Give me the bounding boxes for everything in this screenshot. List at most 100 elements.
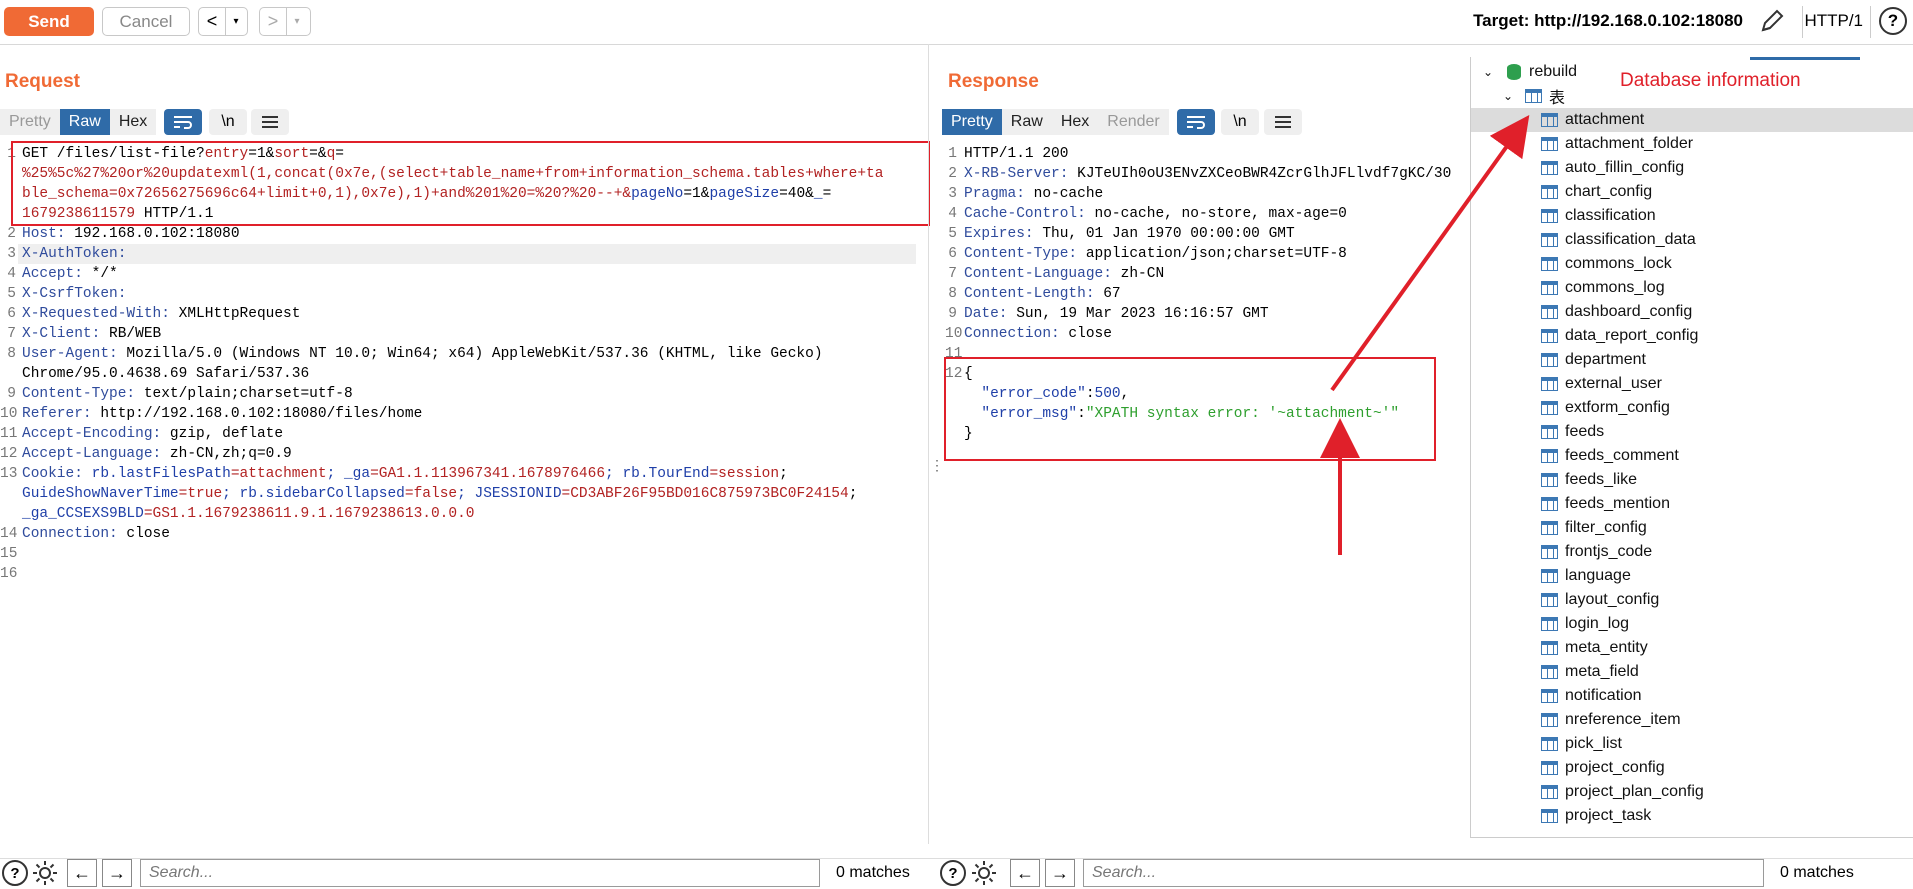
response-search-input[interactable]: Search... xyxy=(1083,859,1764,887)
database-tree-panel: ⌄ rebuild ⌄ 表 attachment attachment_folde… xyxy=(1470,57,1913,838)
line-number: 6 xyxy=(948,246,957,262)
show-newlines-button[interactable]: \n xyxy=(209,109,247,135)
header-name: X-CsrfToken: xyxy=(22,286,127,302)
tree-table-item[interactable]: chart_config xyxy=(1471,180,1913,204)
splitter-handle-icon[interactable]: ⋮ xyxy=(930,458,944,472)
tree-table-item[interactable]: project_config xyxy=(1471,756,1913,780)
edit-target-icon[interactable] xyxy=(1759,8,1785,34)
table-icon xyxy=(1541,617,1558,631)
tree-table-item[interactable]: meta_entity xyxy=(1471,636,1913,660)
tree-table-item[interactable]: language xyxy=(1471,564,1913,588)
tree-table-item[interactable]: layout_config xyxy=(1471,588,1913,612)
tree-table-item[interactable]: login_log xyxy=(1471,612,1913,636)
tree-table-item[interactable]: data_report_config xyxy=(1471,324,1913,348)
tree-table-item[interactable]: dashboard_config xyxy=(1471,300,1913,324)
cancel-button[interactable]: Cancel xyxy=(102,7,190,36)
tree-table-item[interactable]: nreference_item xyxy=(1471,708,1913,732)
header-value: */* xyxy=(82,266,118,282)
tree-table-item[interactable]: auto_fillin_config xyxy=(1471,156,1913,180)
help-icon[interactable]: ? xyxy=(2,860,28,886)
request-tabs: Pretty Raw Hex xyxy=(0,109,157,135)
table-icon xyxy=(1541,497,1558,511)
help-icon[interactable]: ? xyxy=(940,860,966,886)
tree-table-item[interactable]: project_task xyxy=(1471,804,1913,828)
table-name: meta_field xyxy=(1565,663,1639,680)
tree-table-item[interactable]: external_user xyxy=(1471,372,1913,396)
tree-table-item[interactable]: attachment xyxy=(1471,108,1913,132)
tree-table-item[interactable]: classification_data xyxy=(1471,228,1913,252)
error-highlight-box xyxy=(944,357,1436,461)
tree-table-item[interactable]: project_plan_config xyxy=(1471,780,1913,804)
tab-render[interactable]: Render xyxy=(1098,109,1169,135)
tab-raw[interactable]: Raw xyxy=(1001,109,1052,135)
tree-table-item[interactable]: frontjs_code xyxy=(1471,540,1913,564)
tab-hex[interactable]: Hex xyxy=(109,109,157,135)
tree-table-item[interactable]: classification xyxy=(1471,204,1913,228)
settings-gear-icon[interactable] xyxy=(31,859,59,887)
tree-table-item[interactable]: meta_field xyxy=(1471,660,1913,684)
line-number: 14 xyxy=(0,526,18,542)
tree-table-item[interactable]: feeds_like xyxy=(1471,468,1913,492)
table-name: attachment_folder xyxy=(1565,135,1694,152)
header-name: Cookie: xyxy=(22,466,83,482)
search-next-button[interactable]: → xyxy=(1045,859,1075,887)
tab-hex[interactable]: Hex xyxy=(1051,109,1099,135)
tree-table-item[interactable]: department xyxy=(1471,348,1913,372)
show-newlines-button[interactable]: \n xyxy=(1221,109,1259,135)
toolbar-divider xyxy=(1870,6,1871,38)
help-icon[interactable]: ? xyxy=(1879,7,1907,35)
header-value: KJTeUIh0oU3ENvZXCeoBWR4ZcrGlhJFLlvdf7gKC… xyxy=(1068,166,1452,182)
line-number: 5 xyxy=(948,226,957,242)
tab-raw[interactable]: Raw xyxy=(59,109,110,135)
header-name: X-RB-Server: xyxy=(964,166,1069,182)
wrap-icon xyxy=(174,116,192,129)
send-button[interactable]: Send xyxy=(4,7,94,36)
tab-pretty[interactable]: Pretty xyxy=(0,109,60,135)
table-icon xyxy=(1541,545,1558,559)
search-prev-button[interactable]: ← xyxy=(1010,859,1040,887)
tree-table-item[interactable]: feeds_comment xyxy=(1471,444,1913,468)
tree-table-item[interactable]: extform_config xyxy=(1471,396,1913,420)
chevron-down-icon[interactable]: ⌄ xyxy=(1483,65,1497,79)
tree-table-item[interactable]: feeds xyxy=(1471,420,1913,444)
tree-table-item[interactable]: filter_config xyxy=(1471,516,1913,540)
line-number: 10 xyxy=(0,406,18,422)
table-icon xyxy=(1541,809,1558,823)
tree-table-item[interactable]: pick_list xyxy=(1471,732,1913,756)
back-dropdown-icon[interactable]: ▾ xyxy=(225,8,246,35)
search-prev-button[interactable]: ← xyxy=(67,859,97,887)
menu-button[interactable] xyxy=(1264,109,1302,135)
tree-table-item[interactable]: commons_log xyxy=(1471,276,1913,300)
search-next-button[interactable]: → xyxy=(102,859,132,887)
forward-dropdown-icon[interactable]: ▾ xyxy=(286,8,307,35)
chevron-down-icon[interactable]: ⌄ xyxy=(1503,89,1517,103)
table-name: project_plan_config xyxy=(1565,783,1704,800)
tree-table-item[interactable]: attachment_folder xyxy=(1471,132,1913,156)
menu-button[interactable] xyxy=(251,109,289,135)
header-name: Accept-Language: xyxy=(22,446,162,462)
word-wrap-button[interactable] xyxy=(164,109,202,135)
word-wrap-button[interactable] xyxy=(1177,109,1215,135)
tree-table-item[interactable]: commons_lock xyxy=(1471,252,1913,276)
header-value: close xyxy=(1059,326,1112,342)
line-number: 5 xyxy=(7,286,16,302)
tab-pretty[interactable]: Pretty xyxy=(942,109,1002,135)
pane-splitter[interactable] xyxy=(928,44,929,844)
request-search-input[interactable]: Search... xyxy=(140,859,820,887)
cookie-value: =true xyxy=(178,486,223,502)
line-number: 8 xyxy=(7,346,16,362)
forward-button[interactable]: > ▾ xyxy=(259,7,311,36)
response-title: Response xyxy=(948,71,1039,92)
tree-table-item[interactable]: notification xyxy=(1471,684,1913,708)
header-value: gzip, deflate xyxy=(161,426,284,442)
line-number: 3 xyxy=(7,246,16,262)
tree-table-item[interactable]: feeds_mention xyxy=(1471,492,1913,516)
protocol-label[interactable]: HTTP/1 xyxy=(1804,11,1863,31)
settings-gear-icon[interactable] xyxy=(970,859,998,887)
header-value: 192.168.0.102:18080 xyxy=(65,226,240,242)
response-line-numbers: 1 2 3 4 5 6 7 8 9 10 11 12 xyxy=(945,144,962,384)
table-icon xyxy=(1541,185,1558,199)
header-name: Content-Type: xyxy=(22,386,136,402)
back-button[interactable]: < ▾ xyxy=(198,7,248,36)
table-name: data_report_config xyxy=(1565,327,1699,344)
